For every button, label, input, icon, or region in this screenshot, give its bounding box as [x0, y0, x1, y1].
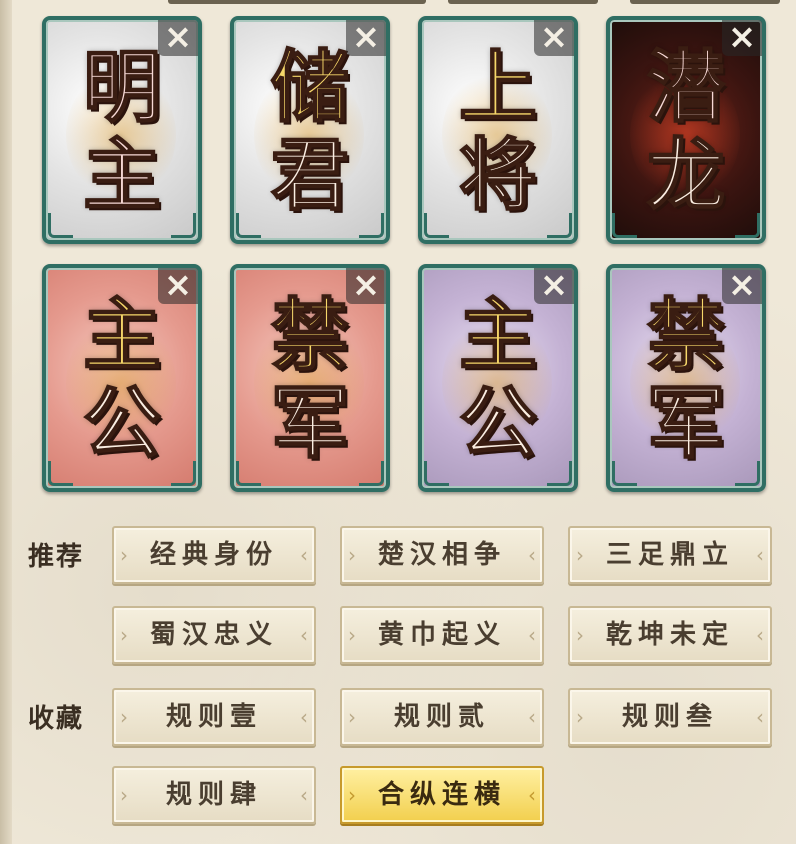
identity-card[interactable]: 禁 军 ×: [230, 264, 390, 492]
rule-button-selected[interactable]: 合纵连横: [340, 766, 544, 824]
identity-card[interactable]: 禁 军 ×: [606, 264, 766, 492]
identity-card[interactable]: 储 君 ×: [230, 16, 390, 244]
close-icon[interactable]: ×: [346, 268, 386, 304]
card-char-top: 潜: [646, 42, 726, 133]
top-tab-stub: [630, 0, 780, 4]
identity-card[interactable]: 潜 龙 ×: [606, 16, 766, 244]
identity-card[interactable]: 主 公 ×: [418, 264, 578, 492]
mode-button[interactable]: 三足鼎立: [568, 526, 772, 584]
close-icon[interactable]: ×: [722, 268, 762, 304]
mode-button[interactable]: 乾坤未定: [568, 606, 772, 664]
rule-button[interactable]: 规则肆: [112, 766, 316, 824]
card-char-top: 主: [82, 290, 162, 381]
close-icon[interactable]: ×: [534, 20, 574, 56]
recommend-label: 推荐: [28, 542, 85, 572]
close-icon[interactable]: ×: [722, 20, 762, 56]
rule-button[interactable]: 规则贰: [340, 688, 544, 746]
card-char-bottom: 主: [82, 130, 162, 221]
mode-button[interactable]: 蜀汉忠义: [112, 606, 316, 664]
top-tab-stub: [448, 0, 598, 4]
identity-card[interactable]: 主 公 ×: [42, 264, 202, 492]
rule-button[interactable]: 规则叁: [568, 688, 772, 746]
rule-button[interactable]: 规则壹: [112, 688, 316, 746]
card-char-top: 明: [82, 42, 162, 133]
identity-card[interactable]: 上 将 ×: [418, 16, 578, 244]
card-char-top: 禁: [646, 290, 726, 381]
card-char-bottom: 军: [646, 378, 726, 469]
mode-button[interactable]: 楚汉相争: [340, 526, 544, 584]
card-char-bottom: 君: [270, 130, 350, 221]
identity-card[interactable]: 明 主 ×: [42, 16, 202, 244]
card-char-bottom: 公: [82, 378, 162, 469]
identity-card-grid: 明 主 × 储 君 × 上 将 × 潜 龙 × 主 公 × 禁 军 × 主 公 …: [42, 16, 766, 496]
mode-button[interactable]: 黄巾起义: [340, 606, 544, 664]
card-char-top: 主: [458, 290, 538, 381]
card-char-top: 储: [270, 42, 350, 133]
close-icon[interactable]: ×: [158, 20, 198, 56]
close-icon[interactable]: ×: [346, 20, 386, 56]
card-char-bottom: 将: [458, 130, 538, 221]
top-tab-stub: [168, 0, 426, 4]
mode-button[interactable]: 经典身份: [112, 526, 316, 584]
favorites-label: 收藏: [28, 704, 85, 734]
card-char-bottom: 公: [458, 378, 538, 469]
card-char-top: 上: [458, 42, 538, 133]
card-char-bottom: 军: [270, 378, 350, 469]
left-edge-border: [0, 0, 12, 844]
card-char-top: 禁: [270, 290, 350, 381]
close-icon[interactable]: ×: [534, 268, 574, 304]
card-char-bottom: 龙: [646, 130, 726, 221]
close-icon[interactable]: ×: [158, 268, 198, 304]
